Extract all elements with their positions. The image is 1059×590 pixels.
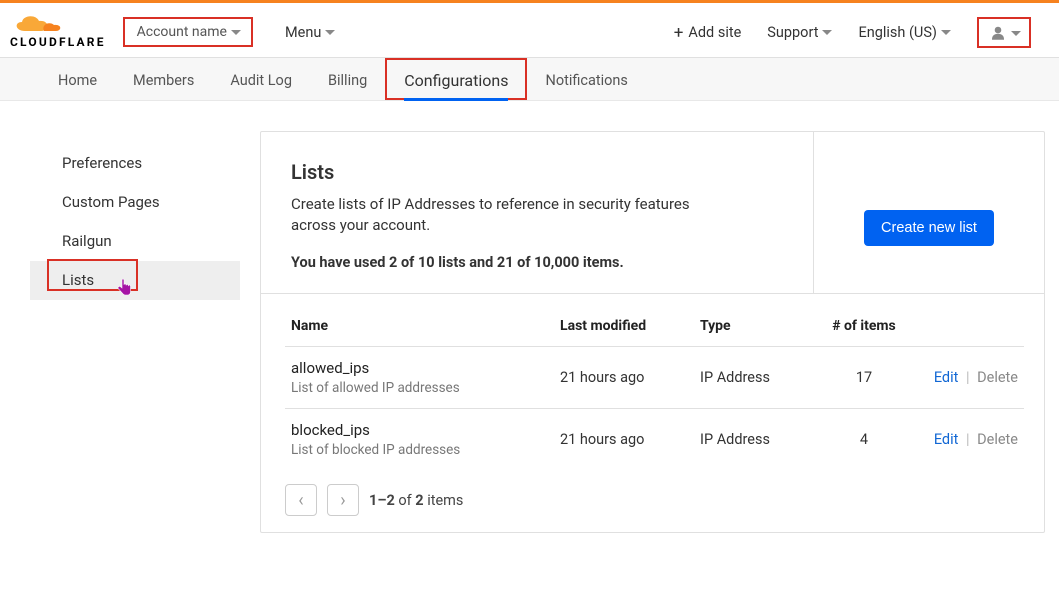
action-divider: | [966,369,970,386]
caret-down-icon [231,30,241,35]
sidebar-item-custom-pages[interactable]: Custom Pages [30,183,240,222]
row-desc: List of blocked IP addresses [291,442,548,458]
cursor-pointer-icon [117,279,131,299]
col-last-modified: Last modified [554,294,694,347]
next-page-button[interactable]: › [327,484,359,516]
panel-header-right: Create new list [814,132,1044,293]
delete-link[interactable]: Delete [977,431,1018,448]
delete-link[interactable]: Delete [977,369,1018,386]
language-dropdown[interactable]: English (US) [858,24,951,41]
row-last-modified: 21 hours ago [554,347,694,409]
tab-notifications[interactable]: Notifications [527,58,645,100]
row-last-modified: 21 hours ago [554,409,694,471]
action-divider: | [966,431,970,448]
col-items: # of items [824,294,904,347]
table-row: blocked_ips List of blocked IP addresses… [285,409,1024,471]
tab-configurations[interactable]: Configurations [385,58,527,100]
sidebar-item-preferences[interactable]: Preferences [30,144,240,183]
add-site-button[interactable]: + Add site [674,23,742,43]
edit-link[interactable]: Edit [934,369,959,386]
row-desc: List of allowed IP addresses [291,380,548,396]
row-name: blocked_ips [291,421,548,439]
plus-icon: + [674,23,684,43]
account-tabs: Home Members Audit Log Billing Configura… [0,58,1059,101]
tab-audit-log[interactable]: Audit Log [212,58,310,100]
logo[interactable]: CLOUDFLARE [10,13,106,49]
language-label: English (US) [858,24,937,41]
account-dropdown[interactable]: Account name [123,17,253,47]
tab-configurations-label: Configurations [404,71,508,101]
pagination: ‹ › 1–2 of 2 items [285,470,1024,516]
sidebar: Preferences Custom Pages Railgun Lists [30,131,240,300]
caret-down-icon [325,30,335,35]
pagination-label: 1–2 of 2 items [369,492,463,509]
table-row: allowed_ips List of allowed IP addresses… [285,347,1024,409]
support-label: Support [767,24,818,41]
support-dropdown[interactable]: Support [767,24,832,41]
menu-label: Menu [285,24,321,41]
cloudflare-cloud-icon [10,13,68,35]
panel-title: Lists [291,160,783,184]
panel-usage: You have used 2 of 10 lists and 21 of 10… [291,254,783,271]
account-dropdown-label: Account name [137,24,227,40]
panel-header: Lists Create lists of IP Addresses to re… [261,132,1044,294]
create-new-list-button[interactable]: Create new list [864,210,994,246]
sidebar-item-lists-wrap: Lists [30,261,240,300]
row-type: IP Address [694,409,824,471]
main-panel: Lists Create lists of IP Addresses to re… [260,131,1045,533]
top-header: CLOUDFLARE Account name Menu + Add site … [0,3,1059,58]
caret-down-icon [822,30,832,35]
sidebar-item-lists[interactable]: Lists [30,261,240,300]
col-name: Name [285,294,554,347]
edit-link[interactable]: Edit [934,431,959,448]
menu-dropdown[interactable]: Menu [285,24,335,41]
tab-home[interactable]: Home [40,58,115,100]
sidebar-item-railgun[interactable]: Railgun [30,222,240,261]
header-actions: + Add site Support English (US) [674,17,1031,48]
row-items: 17 [824,347,904,409]
col-actions [904,294,1024,347]
row-type: IP Address [694,347,824,409]
caret-down-icon [1011,31,1021,36]
chevron-left-icon: ‹ [298,490,303,511]
chevron-right-icon: › [340,490,345,511]
prev-page-button[interactable]: ‹ [285,484,317,516]
user-menu[interactable] [977,17,1031,48]
panel-description: Create lists of IP Addresses to referenc… [291,194,711,236]
add-site-label: Add site [688,24,741,41]
lists-table: Name Last modified Type # of items allow… [261,294,1044,532]
row-name: allowed_ips [291,359,548,377]
tab-billing[interactable]: Billing [310,58,385,100]
content: Preferences Custom Pages Railgun Lists L… [0,101,1059,543]
col-type: Type [694,294,824,347]
brand-name: CLOUDFLARE [10,35,106,49]
row-items: 4 [824,409,904,471]
user-icon [989,24,1007,42]
tab-members[interactable]: Members [115,58,212,100]
caret-down-icon [941,30,951,35]
panel-header-left: Lists Create lists of IP Addresses to re… [261,132,814,293]
